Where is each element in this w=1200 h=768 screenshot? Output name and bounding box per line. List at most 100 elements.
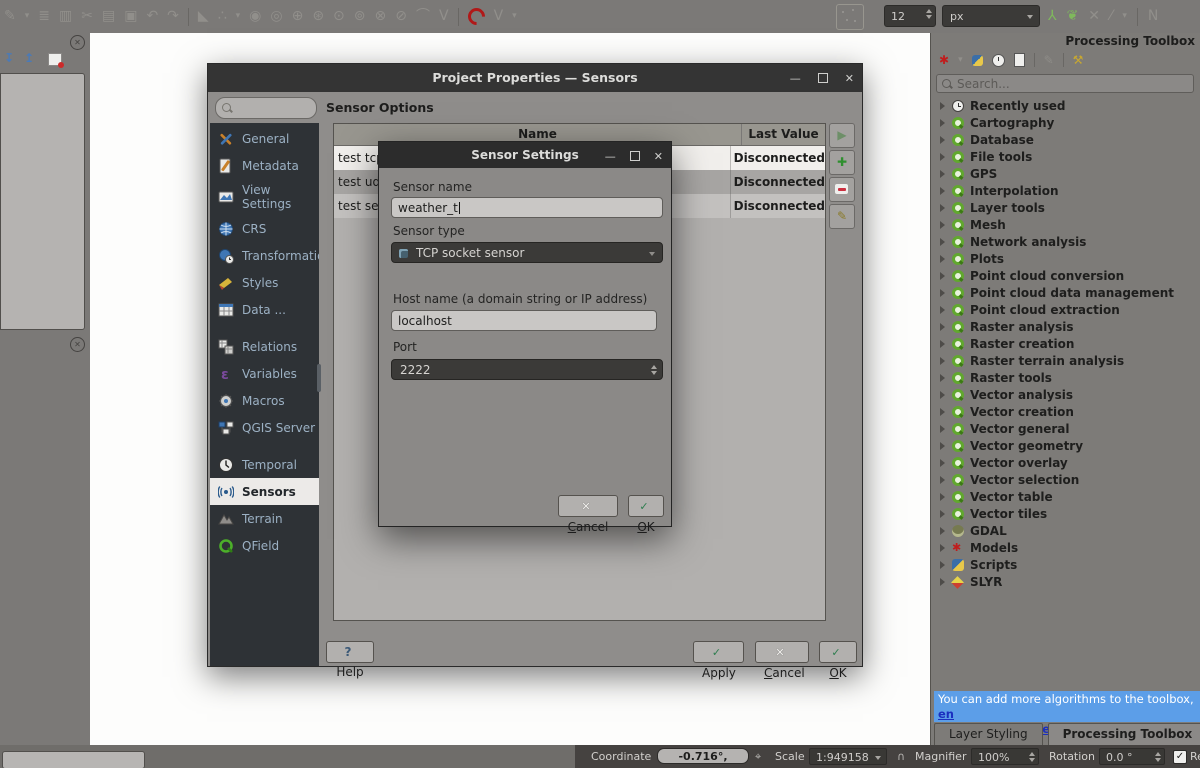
sidebar-item-qgis-server[interactable]: QGIS Server [210, 414, 319, 441]
dropdown-caret-icon[interactable]: ▾ [958, 44, 963, 77]
chevron-right-icon[interactable] [940, 238, 945, 246]
symbol-size-spinbox[interactable]: 12 [884, 5, 936, 27]
chevron-right-icon[interactable] [940, 272, 945, 280]
toolbox-category-scripts[interactable]: Scripts [931, 556, 1200, 573]
chevron-right-icon[interactable] [940, 391, 945, 399]
sidebar-item-variables[interactable]: εVariables [210, 360, 319, 387]
delete-selected-icon[interactable]: ✕ [1088, 0, 1100, 33]
sidebar-item-data-sources[interactable]: Data ... [210, 296, 319, 323]
toolbox-category-models[interactable]: Models [931, 539, 1200, 556]
start-sensor-button[interactable]: ▶ [829, 123, 855, 148]
dropdown-caret-icon[interactable]: ▾ [25, 0, 30, 33]
delete-part-icon[interactable]: ⊘ [395, 0, 407, 33]
toolbox-category[interactable]: Vector creation [931, 403, 1200, 420]
copy-icon[interactable]: ▤ [102, 0, 115, 33]
enable-providers-link[interactable]: en [938, 707, 954, 721]
host-name-input[interactable]: localhost [391, 310, 657, 331]
history-icon[interactable] [992, 54, 1005, 67]
toolbox-category[interactable]: Vector general [931, 420, 1200, 437]
chevron-right-icon[interactable] [940, 119, 945, 127]
close-icon[interactable]: ✕ [845, 73, 854, 84]
chevron-right-icon[interactable] [940, 425, 945, 433]
toolbox-category[interactable]: Point cloud extraction [931, 301, 1200, 318]
simplify-feature-icon[interactable]: ⊛ [312, 0, 324, 33]
minimize-icon[interactable]: — [605, 151, 616, 162]
toolbox-category[interactable]: Raster tools [931, 369, 1200, 386]
toolbox-category[interactable]: Vector geometry [931, 437, 1200, 454]
chevron-right-icon[interactable] [940, 340, 945, 348]
toolbox-category[interactable]: Vector tiles [931, 505, 1200, 522]
sidebar-item-sensors[interactable]: Sensors [210, 478, 319, 505]
sidebar-item-macros[interactable]: Macros [210, 387, 319, 414]
measure-line-icon[interactable]: ⁄ [1110, 0, 1112, 33]
sensor-type-dropdown[interactable]: TCP socket sensor [391, 242, 663, 263]
undo-icon[interactable]: ↶ [146, 0, 158, 33]
chevron-right-icon[interactable] [940, 527, 945, 535]
toolbox-category[interactable]: Raster terrain analysis [931, 352, 1200, 369]
chevron-right-icon[interactable] [940, 408, 945, 416]
rotate-feature-icon[interactable]: ⊕ [292, 0, 304, 33]
toolbox-category[interactable]: Mesh [931, 216, 1200, 233]
maximize-icon[interactable] [818, 73, 828, 83]
snapping-magnet-icon[interactable] [464, 4, 488, 28]
chevron-right-icon[interactable] [940, 374, 945, 382]
sidebar-item-transformations[interactable]: Transformations [210, 242, 319, 269]
trash-icon[interactable]: ▥ [59, 0, 72, 33]
chevron-right-icon[interactable] [940, 102, 945, 110]
sidebar-scrollbar[interactable] [317, 364, 321, 392]
chevron-right-icon[interactable] [940, 578, 945, 586]
column-header-last-value[interactable]: Last Value [742, 124, 825, 145]
toolbox-category[interactable]: Vector table [931, 488, 1200, 505]
collapse-all-icon[interactable]: ↧ [4, 51, 14, 65]
toolbox-category[interactable]: Database [931, 131, 1200, 148]
apply-button[interactable]: ✓Apply [693, 641, 744, 663]
dock-close-icon[interactable]: ✕ [70, 337, 85, 352]
toolbox-category[interactable]: Cartography [931, 114, 1200, 131]
options-wrench-icon[interactable]: ⚒ [1073, 53, 1084, 67]
tab-layer-styling[interactable]: Layer Styling [934, 723, 1043, 746]
sidebar-item-crs[interactable]: CRS [210, 215, 319, 242]
toolbox-category-recently-used[interactable]: Recently used [931, 97, 1200, 114]
sidebar-item-qfield[interactable]: QField [210, 532, 319, 559]
help-button[interactable]: ?Help [326, 641, 374, 663]
port-spinbox[interactable]: 2222 [391, 359, 663, 380]
close-icon[interactable]: ✕ [654, 151, 663, 162]
reshape-icon[interactable]: ⌒ [416, 0, 430, 33]
cut-icon[interactable]: ✂ [81, 0, 93, 33]
dialog-titlebar[interactable]: Sensor Settings — ✕ [379, 142, 671, 168]
sidebar-item-relations[interactable]: Relations [210, 333, 319, 360]
toolbox-category[interactable]: GPS [931, 165, 1200, 182]
sidebar-item-temporal[interactable]: Temporal [210, 451, 319, 478]
chevron-right-icon[interactable] [940, 289, 945, 297]
toolbox-category[interactable]: Vector overlay [931, 454, 1200, 471]
locator-search-input[interactable] [2, 751, 145, 768]
toolbox-category[interactable]: Network analysis [931, 233, 1200, 250]
toolbox-category-slyr[interactable]: SLYR [931, 573, 1200, 590]
vegetation-tool-icon[interactable]: ❦ [1067, 0, 1079, 33]
sidebar-item-metadata[interactable]: Metadata [210, 152, 319, 179]
magnifier-spinbox[interactable]: 100% [971, 748, 1039, 765]
spinner-arrows-icon[interactable] [651, 365, 657, 375]
chevron-right-icon[interactable] [940, 544, 945, 552]
toolbox-category[interactable]: Point cloud conversion [931, 267, 1200, 284]
delete-ring-icon[interactable]: ⊗ [375, 0, 387, 33]
multiedit-icon[interactable]: ≣ [38, 0, 50, 33]
add-sensor-button[interactable]: ✚ [829, 150, 855, 175]
add-record-icon[interactable]: ∴ [218, 0, 227, 33]
spinner-arrows-icon[interactable] [1155, 752, 1161, 762]
ok-button[interactable]: ✓OK [628, 495, 664, 517]
cancel-button[interactable]: ✕Cancel [558, 495, 618, 517]
minimize-icon[interactable]: — [790, 73, 801, 84]
copy-move-feature-icon[interactable]: ◎ [270, 0, 282, 33]
sensor-name-input[interactable]: weather_t [391, 197, 663, 218]
tab-processing-toolbox[interactable]: Processing Toolbox [1048, 723, 1200, 746]
symbology-dots-button[interactable] [836, 4, 864, 30]
chevron-right-icon[interactable] [940, 255, 945, 263]
chevron-right-icon[interactable] [940, 153, 945, 161]
processing-branch-icon[interactable]: ⅄ [1048, 0, 1057, 33]
remove-sensor-button[interactable] [829, 177, 855, 202]
north-arrow-icon[interactable]: N [1148, 0, 1158, 33]
layers-panel-empty[interactable] [0, 73, 85, 330]
sidebar-item-view-settings[interactable]: View Settings [210, 179, 319, 215]
chevron-right-icon[interactable] [940, 459, 945, 467]
